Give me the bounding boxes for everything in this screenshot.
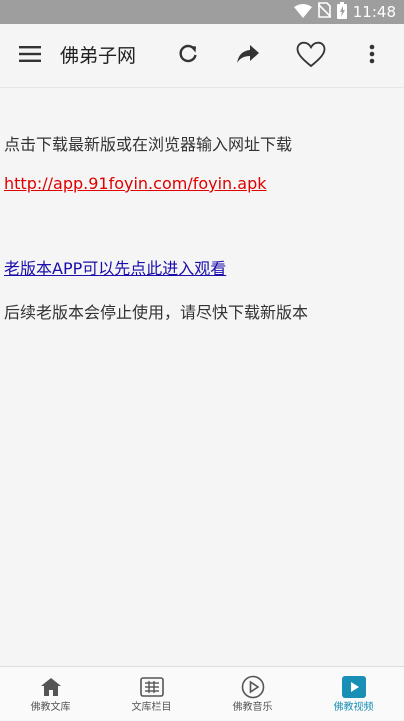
tab-label: 佛教音乐 [232, 702, 273, 713]
status-icons: 11:48 [293, 1, 396, 23]
grid-icon [101, 675, 202, 699]
app-toolbar: 佛弟子网 [0, 24, 404, 88]
status-time: 11:48 [352, 3, 396, 21]
video-icon [303, 675, 404, 699]
page-title: 佛弟子网 [60, 45, 137, 67]
play-circle-icon [202, 675, 303, 699]
heart-icon [296, 41, 326, 72]
more-options-button[interactable] [352, 24, 392, 88]
favorite-button[interactable] [288, 24, 334, 88]
tab-label: 佛教文库 [30, 702, 71, 713]
battery-icon [336, 1, 347, 23]
tab-label: 文库栏目 [131, 702, 172, 713]
tab-buddhist-video[interactable]: 佛教视频 [303, 667, 404, 721]
status-bar: 11:48 [0, 0, 404, 24]
download-url-link[interactable]: http://app.91foyin.com/foyin.apk [4, 174, 267, 193]
wifi-icon [293, 3, 312, 22]
refresh-button[interactable] [166, 24, 210, 88]
tab-label: 佛教视频 [333, 702, 374, 713]
web-content: 点击下载最新版或在浏览器输入网址下载 http://app.91foyin.co… [0, 88, 404, 666]
tab-buddhist-music[interactable]: 佛教音乐 [202, 667, 303, 721]
home-icon [0, 675, 101, 699]
share-icon [237, 45, 259, 67]
share-button[interactable] [226, 24, 270, 88]
refresh-icon [177, 43, 199, 69]
more-vert-icon [369, 44, 375, 68]
no-sim-icon [317, 2, 332, 22]
bottom-navigation: 佛教文库 文库栏目 佛教音乐 佛教视频 [0, 666, 404, 720]
tab-buddhist-library[interactable]: 佛教文库 [0, 667, 101, 721]
old-version-link[interactable]: 老版本APP可以先点此进入观看 [4, 255, 226, 279]
tab-library-columns[interactable]: 文库栏目 [101, 667, 202, 721]
menu-button[interactable] [8, 24, 52, 88]
download-instruction: 点击下载最新版或在浏览器输入网址下载 [4, 135, 293, 154]
menu-icon [19, 46, 41, 66]
notice-text: 后续老版本会停止使用，请尽快下载新版本 [4, 303, 309, 322]
